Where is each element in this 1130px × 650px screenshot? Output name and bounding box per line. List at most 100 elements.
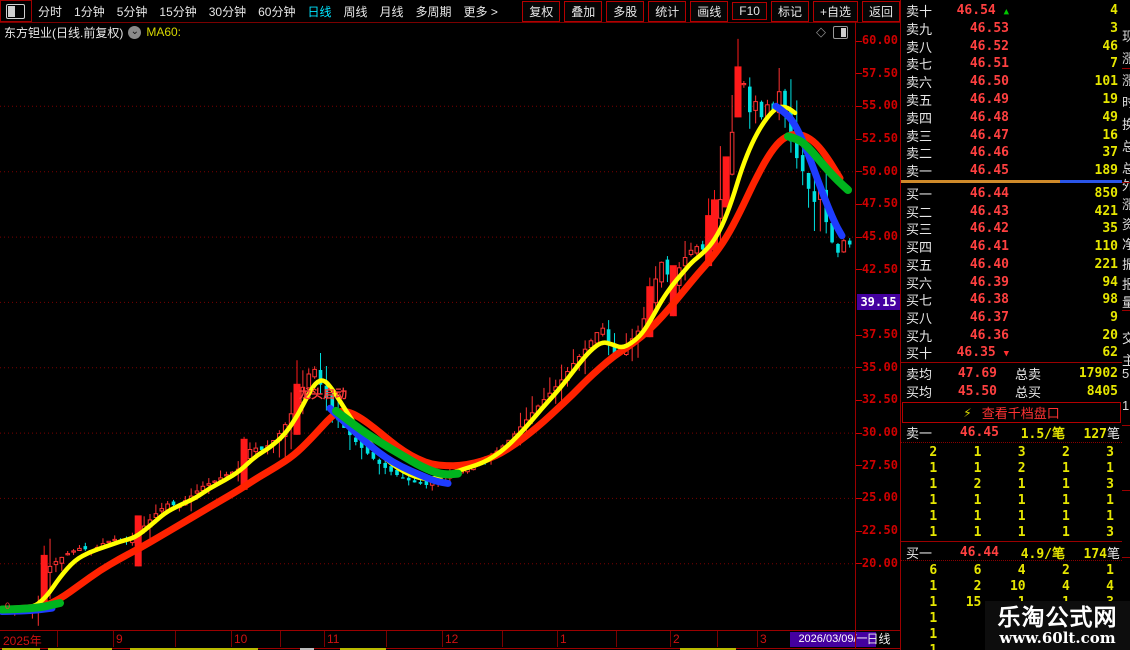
period-menu-item[interactable]: 1分钟 [68,3,111,20]
order-row[interactable]: 卖八 46.52 46 [901,37,1122,55]
order-row[interactable]: 卖六 46.50 101 [901,72,1122,90]
order-level-label: 卖七 [906,57,933,73]
toolbar-button[interactable]: 标记 [770,0,809,22]
order-row[interactable]: 买一 46.44 850 [901,184,1122,202]
watermark-url: www.60lt.com [999,628,1116,647]
order-price: 46.42 [969,221,1009,237]
queue-cell: 1 [1061,509,1070,524]
period-menu-item[interactable]: 30分钟 [203,3,252,20]
period-label[interactable]: 日线 [855,630,901,649]
app-root: 分时 1分钟 5分钟 15分钟 30分钟 60分钟 日线 周线 月线 多周期 更多 > 复权 叠加 多股… [0,0,1130,650]
order-row[interactable]: 卖四 46.48 49 [901,108,1122,126]
period-menu-item[interactable]: 分时 [32,3,68,20]
x-axis-tick [717,631,718,647]
period-menu-item[interactable]: 日线 [301,3,337,20]
panel-toggle-button[interactable] [0,0,32,22]
order-row[interactable]: 买二 46.43 421 [901,202,1122,220]
order-level-label: 买三 [906,222,933,238]
sell-one-price: 46.45 [959,425,999,440]
price-badge: 39.15 [857,294,900,311]
sell-per-trade: 1.5/笔 [1020,427,1065,442]
divider [1122,490,1130,491]
order-volume: 37 [1102,145,1118,161]
period-menu-item[interactable]: 5分钟 [111,3,154,20]
order-price: 46.54 ▲ [956,3,1009,18]
period-menu-item[interactable]: 更多 > [458,3,504,20]
toolbar-button[interactable]: 统计 [648,0,687,22]
queue-cell: 1 [1017,493,1026,508]
order-volume: 189 [1094,163,1118,179]
bid-ask-ratio-bar [901,180,1122,183]
order-row[interactable]: 卖九 46.53 3 [901,19,1122,37]
order-row[interactable]: 买四 46.41 110 [901,237,1122,255]
queue-cell: 1 [1061,493,1070,508]
queue-cell: 2 [929,445,938,460]
order-row[interactable]: 买六 46.39 94 [901,273,1122,291]
sell-one-label: 卖一 [906,426,933,441]
order-level-label: 卖四 [906,110,933,126]
candlestick-chart[interactable] [0,22,855,630]
order-volume: 421 [1094,203,1118,219]
order-row[interactable]: 卖五 46.49 19 [901,90,1122,108]
watermark: 乐淘公式网 www.60lt.com [985,601,1130,650]
sell-trade-count: 127笔 [1083,427,1121,442]
chevron-down-icon[interactable]: ⌄ [128,25,142,39]
y-axis-label: 22.50 [861,523,898,538]
order-row[interactable]: 买十 46.35 ▼ 62 [901,343,1122,361]
period-menu-item[interactable]: 60分钟 [252,3,301,20]
toolbar-button[interactable]: 复权 [522,0,561,22]
period-menu-item[interactable]: 15分钟 [153,3,202,20]
queue-cell: 3 [1106,477,1114,492]
queue-cell: 1 [1017,525,1026,540]
order-row[interactable]: 买五 46.40 221 [901,255,1122,273]
sell-queue-grid: 213231121112113111111111111113 [901,445,1122,541]
x-axis-tick [442,631,443,647]
queue-cell [945,643,989,650]
queue-cell: 2 [1061,563,1070,578]
order-row[interactable]: 买八 46.37 9 [901,308,1122,326]
clipped-panel-text: 换 [1122,117,1130,132]
order-volume: 4 [1110,3,1118,18]
order-volume: 46 [1102,38,1118,54]
toolbar-button[interactable]: 多股 [606,0,645,22]
y-axis-label: 60.00 [861,33,898,47]
toolbar-button[interactable]: 返回 [861,0,900,22]
order-row[interactable]: 卖一 46.45 189 [901,161,1122,179]
toolbar-button[interactable]: 画线 [690,0,729,22]
order-volume: 9 [1110,309,1118,325]
order-level-label: 卖十 [906,4,933,19]
period-menu-item[interactable]: 多周期 [410,3,458,20]
queue-cell: 1 [929,509,938,524]
order-row[interactable]: 买三 46.42 35 [901,219,1122,237]
order-level-label: 买四 [906,240,933,256]
period-menu-item[interactable]: 月线 [374,3,410,20]
order-row[interactable]: 买七 46.38 98 [901,290,1122,308]
order-row[interactable]: 买九 46.36 20 [901,326,1122,344]
period-menu-item[interactable]: 周线 [337,3,373,20]
order-volume: 3 [1110,20,1118,36]
toolbar-button[interactable]: 叠加 [564,0,603,22]
x-axis-label: 3 [760,632,767,646]
queue-cell: 2 [973,477,982,492]
order-row[interactable]: 卖二 46.46 37 [901,143,1122,161]
sell-queue-header[interactable]: 卖一 46.45 1.5/笔 127笔 [901,423,1122,442]
queue-cell: 1 [1061,477,1070,492]
thousand-depth-link[interactable]: ⚡ 查看千档盘口 [902,402,1121,423]
order-volume: 20 [1102,327,1118,343]
order-level-label: 买一 [906,187,933,202]
buy-summary-row: 买均 45.50 总买 8405 [901,382,1122,400]
period-menu: 分时 1分钟 5分钟 15分钟 30分钟 60分钟 日线 周线 月线 多周期 更多 > [32,3,504,20]
x-axis-tick [386,631,387,647]
y-axis-label: 57.50 [861,65,898,80]
split-view-icon[interactable] [833,25,848,39]
toolbar-button[interactable]: F10 [732,2,767,20]
order-row[interactable]: 卖三 46.47 16 [901,126,1122,144]
order-row[interactable]: 卖十 46.54 ▲ 4 [901,1,1122,19]
order-price: 46.39 [969,274,1009,290]
order-row[interactable]: 卖七 46.51 7 [901,54,1122,72]
diamond-icon[interactable]: ◇ [816,24,826,40]
sell-avg-value: 47.69 [957,366,997,381]
order-volume: 221 [1094,256,1118,272]
buy-queue-header[interactable]: 买一 46.44 4.9/笔 174笔 [901,543,1122,562]
toolbar-button[interactable]: +自选 [812,0,858,22]
